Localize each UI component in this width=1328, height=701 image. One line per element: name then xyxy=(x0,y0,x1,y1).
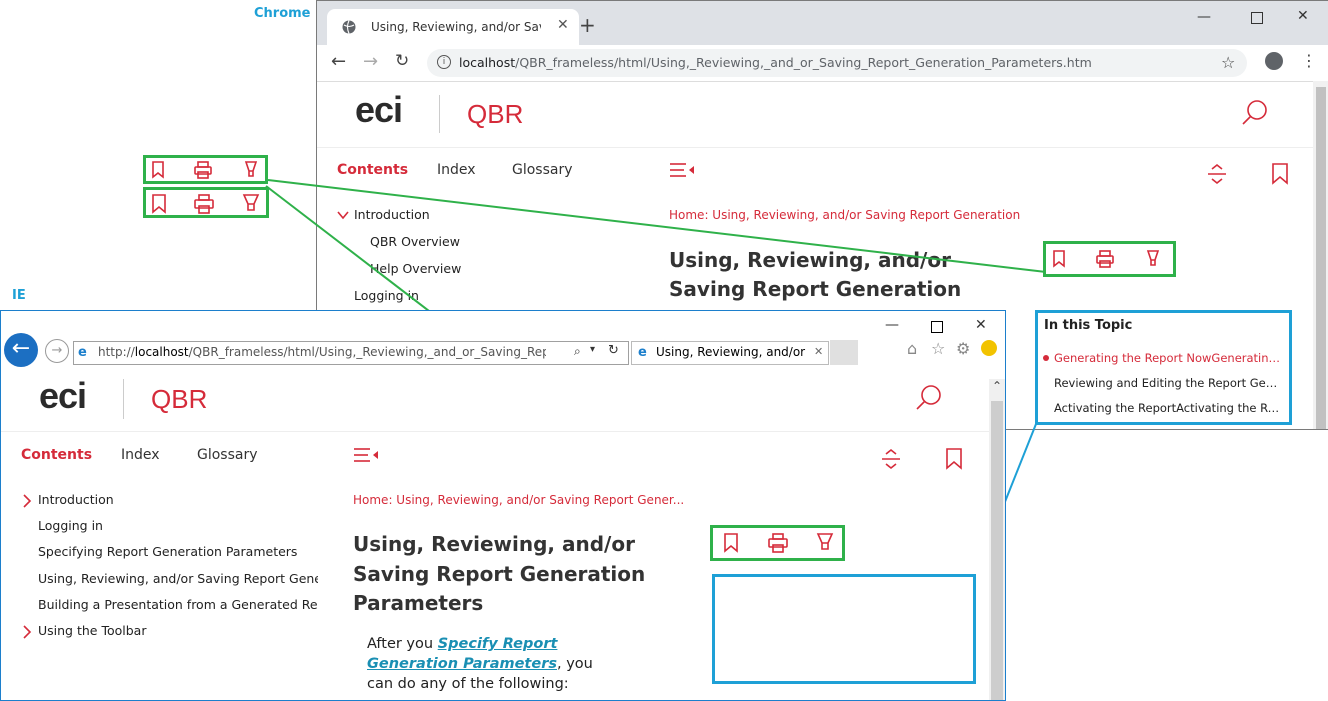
new-tab-button[interactable] xyxy=(830,340,858,365)
page-title-line: Saving Report Generation xyxy=(353,562,646,586)
reload-icon[interactable]: ↻ xyxy=(608,343,619,358)
ie-scrollbar[interactable]: ⌃ xyxy=(989,379,1005,700)
address-bar[interactable]: e http://localhost/QBR_frameless/html/Us… xyxy=(73,341,629,365)
bookmark-icon xyxy=(151,161,165,183)
tab-index[interactable]: Index xyxy=(121,447,160,463)
in-this-topic-title: In this Topic xyxy=(1044,318,1133,333)
toc-item[interactable]: Introduction xyxy=(38,492,318,507)
bookmark-icon[interactable] xyxy=(945,448,963,474)
search-icon[interactable] xyxy=(915,384,943,416)
close-window-icon[interactable]: ✕ xyxy=(975,317,987,333)
toc-item[interactable]: Logging in xyxy=(38,518,318,533)
topic-link[interactable]: Generating the Report NowGenerating t... xyxy=(1054,351,1282,365)
in-this-topic-box: In this Topic Generating the Report NowG… xyxy=(1035,310,1292,425)
smiley-icon[interactable] xyxy=(981,340,997,356)
product-name: QBR xyxy=(151,384,208,414)
page-title-line: Using, Reviewing, and/or xyxy=(353,532,635,556)
logo-divider xyxy=(123,379,124,419)
ie-logo-icon: e xyxy=(638,345,647,360)
ie-page-toolbar xyxy=(710,525,845,561)
eci-logo: eci xyxy=(39,375,87,416)
highlighter-icon[interactable] xyxy=(1146,250,1160,272)
home-icon[interactable]: ⌂ xyxy=(907,339,917,358)
missing-topic-box xyxy=(712,574,976,684)
topic-link[interactable]: Activating the ReportActivating the Rep.… xyxy=(1054,401,1282,415)
highlighter-icon[interactable] xyxy=(816,533,834,557)
ie-tab-title: Using, Reviewing, and/or S... xyxy=(656,345,806,359)
ie-tab[interactable]: e Using, Reviewing, and/or S... ✕ xyxy=(631,341,829,365)
print-icon xyxy=(194,194,214,218)
print-icon[interactable] xyxy=(1096,250,1114,272)
forward-arrow-icon[interactable]: → xyxy=(45,339,69,363)
minimize-icon[interactable]: — xyxy=(885,317,899,333)
scroll-up-icon[interactable]: ⌃ xyxy=(992,379,1002,393)
chevron-right-icon[interactable] xyxy=(22,624,32,643)
toc-item[interactable]: Using, Reviewing, and/or Saving Report G… xyxy=(38,571,318,586)
page-title-line: Parameters xyxy=(353,591,484,615)
toc-item[interactable]: Specifying Report Generation Parameters xyxy=(38,544,318,559)
toc-item[interactable]: Building a Presentation from a Generated… xyxy=(38,597,318,612)
maximize-icon[interactable] xyxy=(931,321,943,333)
tab-contents[interactable]: Contents xyxy=(21,447,92,463)
expand-collapse-icon[interactable] xyxy=(881,448,901,474)
url-text: http://localhost/QBR_frameless/html/Usin… xyxy=(98,345,546,359)
green-connector-line xyxy=(267,179,1047,273)
bookmark-icon[interactable] xyxy=(1052,250,1066,272)
tab-glossary[interactable]: Glossary xyxy=(197,447,258,463)
ie-logo-icon: e xyxy=(78,345,87,360)
scrollbar-thumb[interactable] xyxy=(991,401,1003,700)
toc-item[interactable]: Using the Toolbar xyxy=(38,623,318,638)
ie-toolbar-callout xyxy=(143,187,269,218)
search-icon[interactable]: ⌕ xyxy=(574,344,581,359)
collapse-sidebar-icon[interactable] xyxy=(353,446,379,468)
print-icon[interactable] xyxy=(768,533,788,557)
topic-link[interactable]: Reviewing and Editing the Report Gener..… xyxy=(1054,376,1282,390)
intro-paragraph: After you Specify Report Generation Para… xyxy=(367,636,593,692)
highlighter-icon xyxy=(242,194,260,218)
chevron-right-icon[interactable] xyxy=(22,493,32,512)
active-bullet-icon xyxy=(1043,355,1049,361)
header-divider xyxy=(1,431,989,432)
chrome-page-toolbar xyxy=(1043,241,1176,277)
chrome-toolbar-callout xyxy=(143,155,268,184)
print-icon xyxy=(194,161,212,183)
chevron-down-icon[interactable]: ▾ xyxy=(590,344,595,355)
gear-icon[interactable]: ⚙ xyxy=(956,339,970,358)
tab-close-icon[interactable]: ✕ xyxy=(814,345,823,358)
highlighter-icon xyxy=(244,161,258,183)
breadcrumb[interactable]: Home: Using, Reviewing, and/or Saving Re… xyxy=(353,493,684,507)
bookmark-icon xyxy=(151,194,167,218)
favorites-star-icon[interactable]: ☆ xyxy=(931,339,945,358)
bookmark-icon[interactable] xyxy=(723,533,739,557)
back-arrow-icon[interactable]: ← xyxy=(4,333,38,367)
